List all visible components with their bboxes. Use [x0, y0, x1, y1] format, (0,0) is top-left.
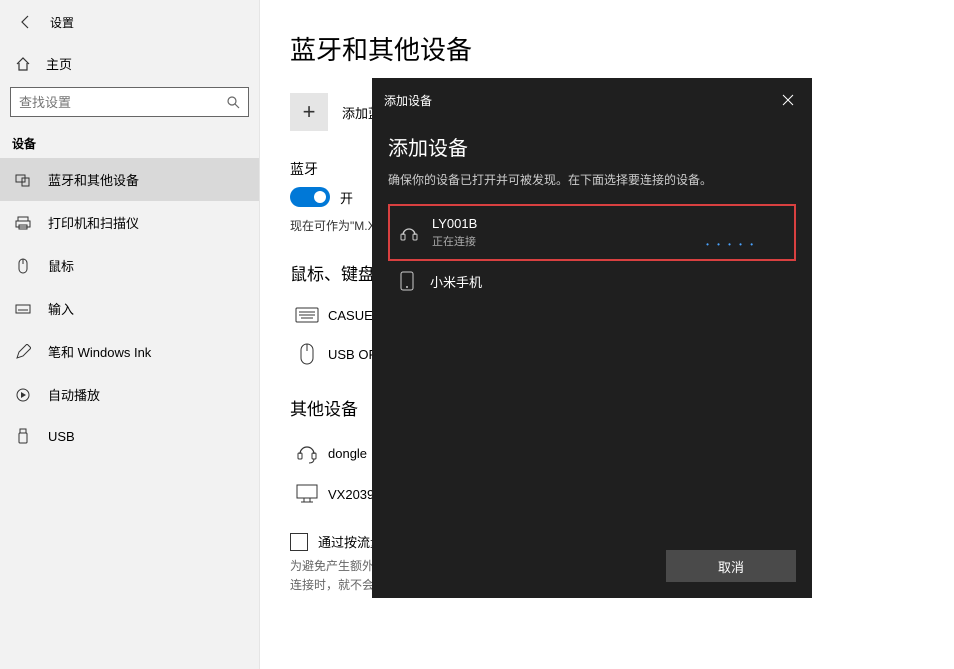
- sidebar-item-bluetooth[interactable]: 蓝牙和其他设备: [0, 158, 259, 201]
- metered-checkbox[interactable]: [290, 533, 308, 551]
- device-option-name: LY001B: [432, 216, 706, 231]
- nav-label: 蓝牙和其他设备: [48, 170, 139, 189]
- mouse-icon: [290, 343, 324, 365]
- back-button[interactable]: [8, 4, 44, 40]
- sidebar-item-printers[interactable]: 打印机和扫描仪: [0, 201, 259, 244]
- headset-icon: [290, 442, 324, 464]
- nav-label: 笔和 Windows Ink: [48, 342, 151, 361]
- page-title: 蓝牙和其他设备: [290, 30, 924, 67]
- keyboard-icon: [290, 307, 324, 323]
- headphones-icon: [398, 224, 420, 242]
- device-label: dongle: [328, 446, 367, 461]
- bluetooth-toggle[interactable]: [290, 187, 330, 207]
- device-option-xiaomi[interactable]: 小米手机: [388, 261, 796, 301]
- dialog-close-button[interactable]: [776, 88, 800, 112]
- connecting-indicator: • • • • •: [706, 240, 786, 249]
- sidebar-home-label: 主页: [46, 54, 72, 73]
- device-option-name: 小米手机: [430, 272, 788, 291]
- nav-label: 输入: [48, 299, 74, 318]
- devices-icon: [14, 172, 32, 188]
- sidebar-item-usb[interactable]: USB: [0, 416, 259, 456]
- dialog-title: 添加设备: [388, 132, 796, 161]
- monitor-icon: [290, 484, 324, 504]
- cancel-button[interactable]: 取消: [666, 550, 796, 582]
- search-input[interactable]: [11, 95, 218, 110]
- sidebar-item-autoplay[interactable]: 自动播放: [0, 373, 259, 416]
- plus-icon: +: [290, 93, 328, 131]
- close-icon: [782, 94, 794, 106]
- nav-label: 自动播放: [48, 385, 100, 404]
- home-icon: [14, 56, 32, 72]
- add-device-dialog: 添加设备 添加设备 确保你的设备已打开并可被发现。在下面选择要连接的设备。 LY…: [372, 78, 812, 598]
- nav-label: 打印机和扫描仪: [48, 213, 139, 232]
- dialog-subtitle: 确保你的设备已打开并可被发现。在下面选择要连接的设备。: [388, 171, 796, 188]
- nav-label: USB: [48, 429, 75, 444]
- dialog-header-title: 添加设备: [384, 92, 432, 109]
- sidebar-home[interactable]: 主页: [0, 44, 259, 83]
- printer-icon: [14, 215, 32, 231]
- keyboard-icon: [14, 301, 32, 317]
- search-icon: [226, 95, 240, 109]
- sidebar-item-mouse[interactable]: 鼠标: [0, 244, 259, 287]
- autoplay-icon: [14, 387, 32, 403]
- mouse-icon: [14, 258, 32, 274]
- section-label: 设备: [0, 127, 259, 158]
- usb-icon: [14, 428, 32, 444]
- nav-label: 鼠标: [48, 256, 74, 275]
- phone-icon: [396, 271, 418, 291]
- device-option-ly001b[interactable]: LY001B 正在连接 • • • • •: [388, 204, 796, 261]
- app-title: 设置: [50, 14, 74, 31]
- pen-icon: [14, 344, 32, 360]
- toggle-state-label: 开: [340, 188, 353, 207]
- device-option-status: 正在连接: [432, 233, 706, 249]
- sidebar-item-pen[interactable]: 笔和 Windows Ink: [0, 330, 259, 373]
- search-box[interactable]: [10, 87, 249, 117]
- search-button[interactable]: [218, 95, 248, 109]
- sidebar-item-typing[interactable]: 输入: [0, 287, 259, 330]
